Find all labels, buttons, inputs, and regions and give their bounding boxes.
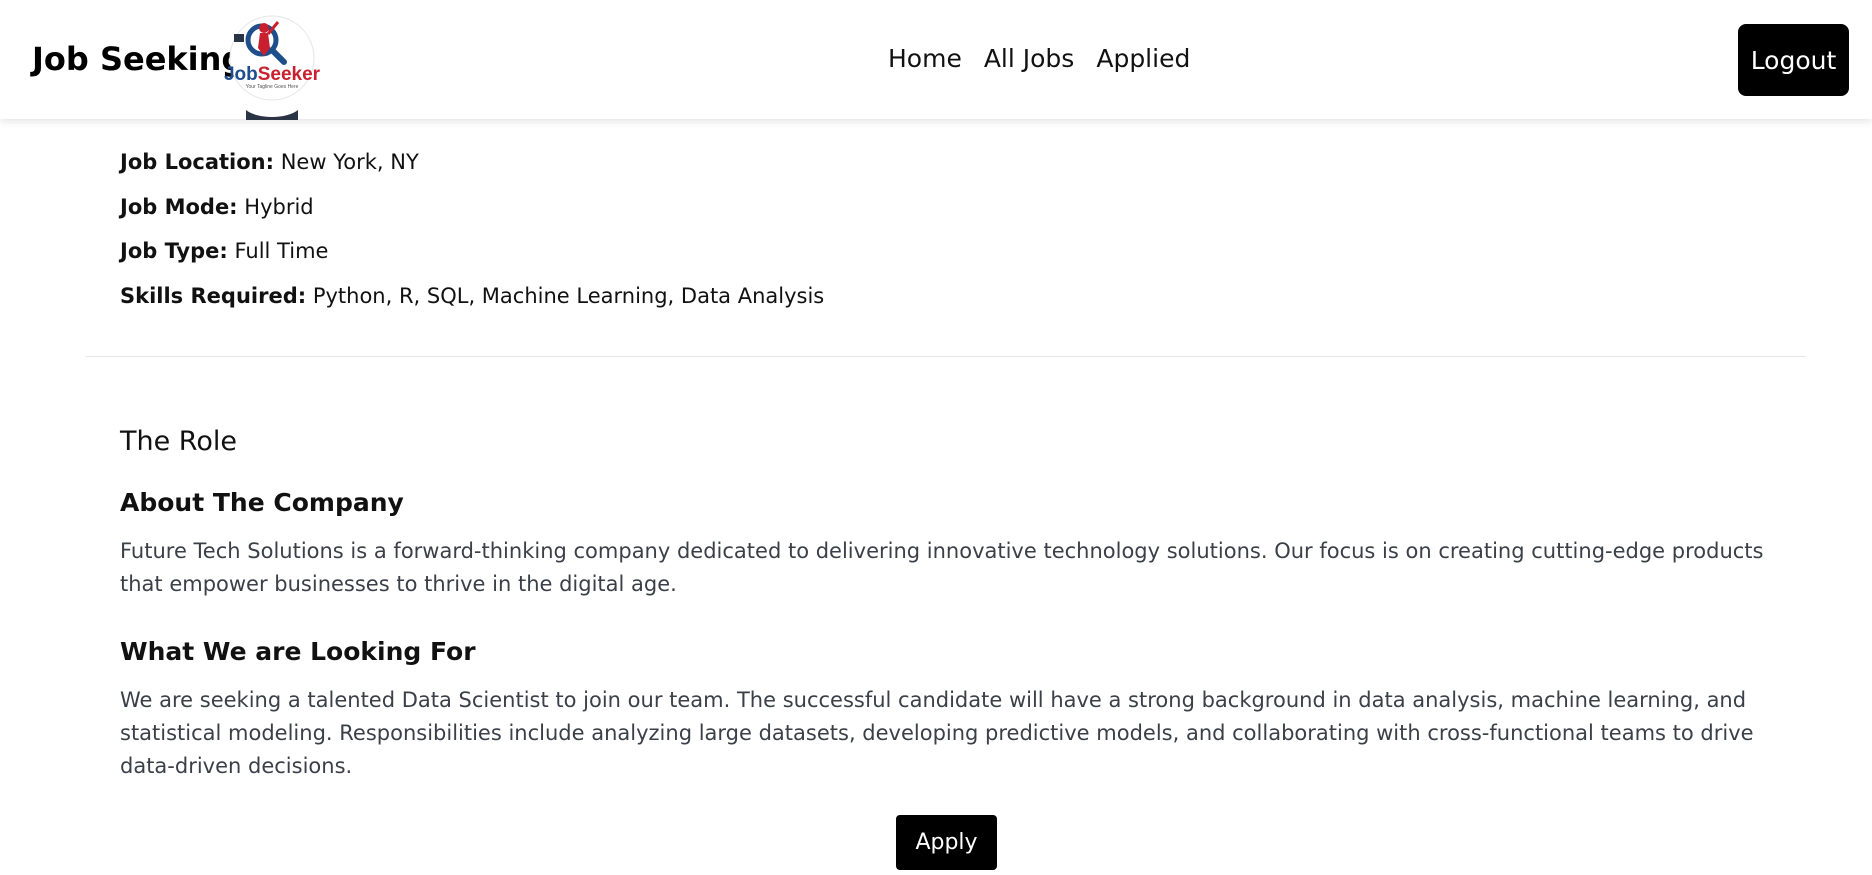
navbar: Job Seeking JobSeeker Your Tagline Goes … [0,0,1872,120]
looking-for-text: We are seeking a talented Data Scientist… [120,688,1754,778]
skills-label: Skills Required: [120,283,307,308]
main-nav: Home All Jobs Applied [888,44,1190,73]
section-divider [86,356,1806,357]
nav-applied[interactable]: Applied [1096,44,1190,73]
role-heading: The Role [120,426,237,457]
job-type-label: Job Type: [120,239,228,263]
job-mode-label: Job Mode: [120,194,238,219]
brand-title[interactable]: Job Seeking [32,40,244,78]
nav-home[interactable]: Home [888,44,962,73]
job-location-value: New York, NY [280,150,419,174]
skills-value: Python, R, SQL, Machine Learning, Data A… [312,283,825,308]
job-location-label: Job Location: [120,150,275,174]
jobseeker-logo[interactable]: JobSeeker Your Tagline Goes Here [220,0,324,120]
nav-all-jobs[interactable]: All Jobs [984,44,1075,73]
logout-button[interactable]: Logout [1738,24,1849,96]
about-company-heading: About The Company [120,488,404,517]
job-mode-value: Hybrid [244,194,314,219]
job-details: Job Location: New York, NY Job Mode: Hyb… [120,148,824,326]
looking-for-heading: What We are Looking For [120,637,476,666]
skills-row: Skills Required: Python, R, SQL, Machine… [120,282,824,327]
apply-button[interactable]: Apply [896,815,997,870]
svg-text:Your Tagline Goes Here: Your Tagline Goes Here [246,84,299,90]
about-company-text: Future Tech Solutions is a forward-think… [120,539,1764,596]
job-type-value: Full Time [234,239,329,263]
job-location-row: Job Location: New York, NY [120,148,824,193]
job-mode-row: Job Mode: Hybrid [120,193,824,238]
svg-text:JobSeeker: JobSeeker [224,64,321,85]
job-type-row: Job Type: Full Time [120,237,824,282]
